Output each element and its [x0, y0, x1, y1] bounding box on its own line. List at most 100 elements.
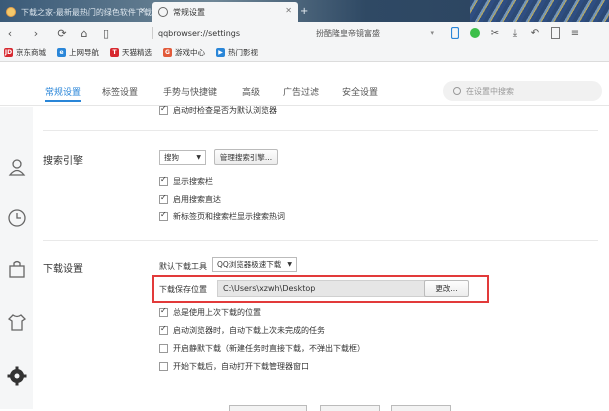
- tab-general-settings[interactable]: 常规设置: [45, 85, 82, 102]
- option-label: 开启静默下载（新建任务时直接下载，不弹出下载框）: [173, 344, 365, 353]
- bookmark-label: 京东商城: [16, 48, 46, 57]
- bookmark-label: 上网导航: [69, 48, 99, 57]
- manage-search-engines-button[interactable]: 管理搜索引擎...: [214, 149, 278, 165]
- option-label: 启用搜索直达: [173, 195, 221, 204]
- history-icon[interactable]: [7, 208, 27, 228]
- globe-icon: e: [57, 48, 66, 57]
- reader-icon[interactable]: ▯: [98, 27, 114, 40]
- select-value: 搜狗: [164, 153, 179, 162]
- bookmarks-bar: JD 京东商城 e 上网导航 T 天猫精选 G 游戏中心 ▶ 热门影视: [0, 44, 609, 62]
- chevron-down-icon[interactable]: ▾: [430, 29, 434, 37]
- close-tab-icon[interactable]: ✕: [139, 6, 146, 15]
- checkbox[interactable]: [159, 344, 168, 353]
- title-bar-wallpaper: [470, 0, 609, 22]
- bookmark-item[interactable]: G 游戏中心: [163, 47, 205, 58]
- bookmark-label: 热门影视: [228, 48, 258, 57]
- change-path-button[interactable]: 更改...: [424, 280, 469, 297]
- partial-button[interactable]: [229, 405, 307, 411]
- tab-advanced[interactable]: 高级: [242, 85, 260, 98]
- option-label: 总是使用上次下载的位置: [173, 308, 261, 317]
- scissors-icon[interactable]: ✂: [488, 25, 502, 41]
- download-path-label: 下载保存位置: [159, 285, 207, 294]
- use-last-location-row[interactable]: 总是使用上次下载的位置: [159, 306, 261, 318]
- select-value: QQ浏览器极速下载: [217, 260, 282, 269]
- resume-downloads-row[interactable]: 启动浏览器时，自动下载上次未完成的任务: [159, 324, 325, 336]
- checkbox[interactable]: [159, 210, 168, 221]
- checkbox[interactable]: [159, 175, 168, 186]
- phone-icon[interactable]: [448, 25, 462, 41]
- navigation-bar: ‹ › ⟳ ⌂ ▯ qqbrowser://settings 扮酷隆皇帝镜富盛 …: [0, 22, 609, 44]
- default-browser-check-row[interactable]: 启动时检查是否为默认浏览器: [159, 104, 277, 116]
- download-path-field[interactable]: C:\Users\xzwh\Desktop: [217, 280, 453, 297]
- tab-title: 下载之家-最新最热门的绿色软件下载: [21, 7, 152, 17]
- refresh-icon[interactable]: ⟳: [54, 27, 70, 40]
- home-icon[interactable]: ⌂: [76, 27, 92, 40]
- option-label: 开始下载后，自动打开下载管理器窗口: [173, 362, 309, 371]
- bag-icon[interactable]: [7, 259, 27, 279]
- close-tab-icon[interactable]: ✕: [285, 6, 292, 15]
- path-value: C:\Users\xzwh\Desktop: [223, 284, 316, 293]
- search-placeholder: 在设置中搜索: [466, 86, 514, 96]
- settings-content: 启动时检查是否为默认浏览器 搜索引擎 搜狗 ▼ 管理搜索引擎... 显示搜索栏 …: [33, 104, 609, 411]
- bookmark-item[interactable]: T 天猫精选: [110, 47, 152, 58]
- section-title-download: 下载设置: [43, 264, 83, 275]
- user-icon[interactable]: [7, 157, 27, 177]
- silent-download-row[interactable]: 开启静默下载（新建任务时直接下载，不弹出下载框）: [159, 343, 365, 354]
- tab-download-home[interactable]: 下载之家-最新最热门的绿色软件下载 ✕: [0, 2, 152, 22]
- address-separator: [152, 27, 153, 39]
- option-label: 显示搜索栏: [173, 177, 213, 186]
- bookmark-label: 游戏中心: [175, 48, 205, 57]
- checkbox[interactable]: [159, 324, 168, 335]
- back-icon[interactable]: ‹: [2, 27, 18, 40]
- settings-favicon-icon: [158, 7, 168, 17]
- site-favicon-icon: [6, 7, 16, 17]
- download-tool-label: 默认下载工具: [159, 262, 207, 271]
- tab-tab-settings[interactable]: 标签设置: [102, 85, 138, 98]
- partial-button[interactable]: [320, 405, 380, 411]
- undo-icon[interactable]: ↶: [528, 25, 542, 41]
- bookmark-item[interactable]: ▶ 热门影视: [216, 47, 258, 58]
- tab-strip: 下载之家-最新最热门的绿色软件下载 ✕ 常规设置 ✕ +: [0, 0, 609, 22]
- chat-icon[interactable]: [468, 25, 482, 41]
- checkbox[interactable]: [159, 193, 168, 204]
- chevron-down-icon: ▼: [196, 154, 201, 161]
- section-title-search-engine: 搜索引擎: [43, 156, 83, 167]
- search-direct-row[interactable]: 启用搜索直达: [159, 193, 221, 205]
- left-sidebar: [0, 107, 33, 409]
- gear-icon[interactable]: [7, 366, 27, 386]
- chevron-down-icon: ▼: [287, 261, 292, 268]
- jd-icon: JD: [4, 48, 13, 57]
- tab-ad-filter[interactable]: 广告过滤: [283, 85, 319, 98]
- omnibox[interactable]: 扮酷隆皇帝镜富盛 ▾: [316, 25, 434, 41]
- hot-words-row[interactable]: 新标签页和搜索栏显示搜索热词: [159, 210, 285, 222]
- divider: [43, 130, 598, 131]
- partial-button[interactable]: [391, 405, 451, 411]
- bookmark-label: 天猫精选: [122, 48, 152, 57]
- tab-gestures-shortcuts[interactable]: 手势与快捷键: [163, 85, 217, 98]
- tab-title: 常规设置: [173, 7, 205, 17]
- menu-icon[interactable]: ≡: [568, 25, 582, 41]
- settings-tab-bar: 常规设置 标签设置 手势与快捷键 高级 广告过滤 安全设置 在设置中搜索: [0, 62, 609, 106]
- checkbox[interactable]: [159, 362, 168, 371]
- download-icon[interactable]: ⤓: [508, 25, 522, 41]
- document-icon[interactable]: [548, 25, 562, 41]
- forward-icon[interactable]: ›: [28, 27, 44, 40]
- omnibox-text: 扮酷隆皇帝镜富盛: [316, 28, 380, 38]
- open-download-manager-row[interactable]: 开始下载后，自动打开下载管理器窗口: [159, 361, 309, 372]
- divider: [43, 240, 598, 241]
- checkbox[interactable]: [159, 104, 168, 115]
- bookmark-item[interactable]: e 上网导航: [57, 47, 99, 58]
- new-tab-icon[interactable]: +: [300, 6, 308, 17]
- search-engine-select[interactable]: 搜狗 ▼: [159, 150, 206, 165]
- settings-search-input[interactable]: 在设置中搜索: [443, 81, 602, 101]
- shirt-icon[interactable]: [7, 312, 27, 332]
- tab-settings[interactable]: 常规设置 ✕: [152, 2, 298, 22]
- search-icon: [453, 87, 461, 95]
- tab-security[interactable]: 安全设置: [342, 85, 378, 98]
- address-bar[interactable]: qqbrowser://settings: [150, 25, 310, 41]
- toolbar-icons: ✂ ⤓ ↶ ≡: [448, 25, 582, 41]
- bookmark-item[interactable]: JD 京东商城: [4, 47, 46, 58]
- checkbox[interactable]: [159, 306, 168, 317]
- show-search-bar-row[interactable]: 显示搜索栏: [159, 175, 213, 187]
- download-tool-select[interactable]: QQ浏览器极速下载 ▼: [212, 257, 297, 272]
